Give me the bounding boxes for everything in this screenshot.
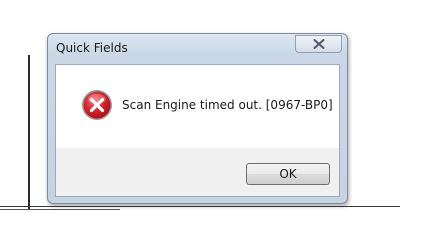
error-icon	[82, 90, 112, 120]
background-vertical-line	[28, 55, 30, 209]
title-bar[interactable]: Quick Fields	[48, 34, 347, 64]
message-area: Scan Engine timed out. [0967-BP0]	[56, 65, 339, 148]
background-horizontal-line-2	[0, 209, 120, 210]
close-button[interactable]	[295, 35, 342, 53]
window-title: Quick Fields	[56, 41, 128, 55]
ok-button[interactable]: OK	[246, 163, 330, 185]
close-icon	[313, 39, 324, 49]
background-horizontal-line	[0, 206, 400, 207]
dialog-client-area: Scan Engine timed out. [0967-BP0] OK	[55, 64, 340, 197]
error-message: Scan Engine timed out. [0967-BP0]	[122, 98, 333, 112]
error-dialog-window: Quick Fields Scan Engine timed out. [096…	[47, 33, 348, 204]
